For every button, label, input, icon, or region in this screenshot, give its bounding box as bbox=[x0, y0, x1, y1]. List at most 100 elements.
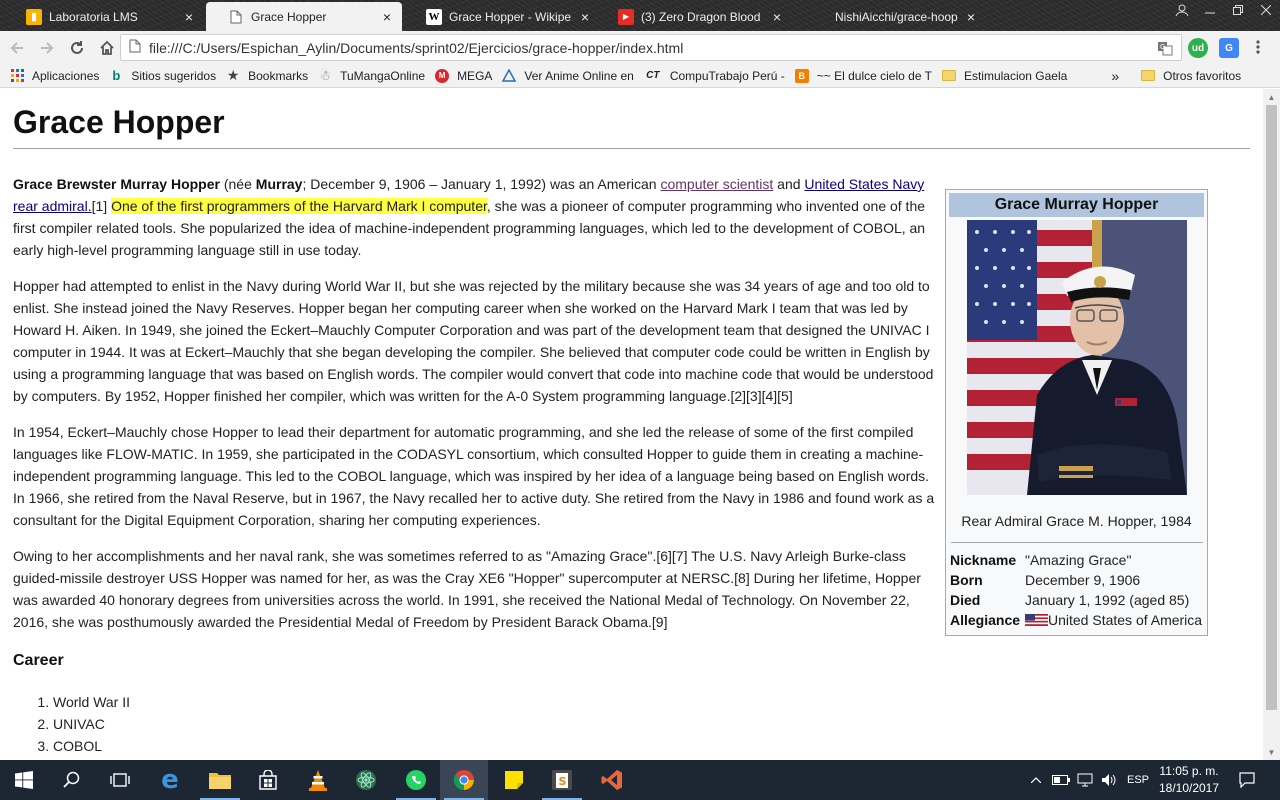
career-heading: Career bbox=[13, 652, 64, 669]
computrabajo-icon: CT bbox=[646, 70, 660, 81]
bookmark-bookmarks[interactable]: ★ Bookmarks bbox=[226, 67, 308, 83]
highlighted-text: One of the first programmers of the Harv… bbox=[111, 198, 487, 214]
chrome-icon[interactable] bbox=[440, 760, 488, 800]
browser-toolbar: file:///C:/Users/Espichan_Aylin/Document… bbox=[0, 31, 1280, 64]
bookmark-otros-favoritos[interactable]: Otros favoritos bbox=[1141, 69, 1241, 83]
bookmark-blogger[interactable]: B ~~ El dulce cielo de T bbox=[794, 68, 932, 83]
bing-icon: b bbox=[112, 68, 121, 83]
reload-icon[interactable] bbox=[64, 35, 90, 61]
blogger-icon: B bbox=[794, 68, 809, 83]
page-viewport: Grace Hopper Grace Brewster Murray Hoppe… bbox=[0, 89, 1263, 760]
portrait-caption: Rear Admiral Grace M. Hopper, 1984 bbox=[961, 513, 1192, 529]
udemy-extension-icon[interactable]: ud bbox=[1188, 38, 1208, 58]
tab-grace-hopper[interactable]: Grace Hopper × bbox=[206, 2, 402, 31]
close-tab-icon[interactable]: × bbox=[182, 9, 196, 25]
wikipedia-icon: W bbox=[426, 8, 442, 25]
folder-icon bbox=[941, 70, 956, 81]
apps-grid-icon bbox=[10, 69, 24, 83]
laboratoria-icon: ▮ bbox=[26, 8, 42, 25]
intro-paragraph: Grace Brewster Murray Hopper (née Murray… bbox=[13, 176, 926, 258]
bookmark-anime[interactable]: Ver Anime Online en bbox=[502, 69, 634, 83]
maximize-icon[interactable] bbox=[1224, 0, 1252, 20]
sticky-notes-icon[interactable] bbox=[490, 760, 538, 800]
scroll-up-icon[interactable]: ▲ bbox=[1263, 89, 1280, 105]
svg-text:G: G bbox=[1160, 43, 1165, 51]
scrollbar-thumb[interactable] bbox=[1266, 105, 1277, 710]
infobox: Grace Murray Hopper Rear Admiral Grace M… bbox=[945, 189, 1208, 636]
tab-laboratoria[interactable]: ▮ Laboratoria LMS × bbox=[4, 2, 204, 31]
github-icon bbox=[812, 9, 828, 25]
address-bar[interactable]: file:///C:/Users/Espichan_Aylin/Document… bbox=[120, 34, 1182, 61]
task-view-icon[interactable] bbox=[96, 760, 144, 800]
bookmarks-bar: Aplicaciones b Sitios sugeridos ★ Bookma… bbox=[0, 64, 1280, 88]
atom-icon[interactable] bbox=[342, 760, 390, 800]
infobox-row-allegiance: Allegiance United States of America bbox=[950, 612, 1203, 628]
search-icon[interactable] bbox=[48, 760, 96, 800]
close-tab-icon[interactable]: × bbox=[770, 9, 784, 25]
start-icon[interactable] bbox=[0, 760, 48, 800]
close-window-icon[interactable] bbox=[1252, 0, 1280, 20]
close-tab-icon[interactable]: × bbox=[964, 9, 978, 25]
notifications-icon[interactable] bbox=[1234, 760, 1260, 800]
computer-scientist-link[interactable]: computer scientist bbox=[660, 176, 773, 192]
infobox-divider bbox=[951, 542, 1203, 543]
file-explorer-icon[interactable] bbox=[196, 760, 244, 800]
portrait-image bbox=[967, 220, 1187, 495]
sublime-icon[interactable]: S bbox=[538, 760, 586, 800]
edge-icon[interactable]: e bbox=[146, 760, 194, 800]
windows-taskbar: e S ESP 11:05 p. m. 18/10/2017 bbox=[0, 760, 1280, 800]
title-divider bbox=[13, 148, 1250, 149]
forward-icon[interactable] bbox=[34, 35, 60, 61]
language-indicator[interactable]: ESP bbox=[1124, 760, 1152, 800]
infobox-row-nickname: Nickname "Amazing Grace" bbox=[950, 552, 1132, 568]
file-icon bbox=[129, 39, 141, 56]
bookmarks-overflow[interactable]: » bbox=[1111, 68, 1119, 84]
network-icon[interactable] bbox=[1074, 760, 1096, 800]
close-tab-icon[interactable]: × bbox=[380, 9, 394, 25]
page-scrollbar[interactable]: ▲ ▼ bbox=[1263, 89, 1280, 760]
bookmark-sitios[interactable]: b Sitios sugeridos bbox=[109, 68, 216, 83]
whatsapp-icon[interactable] bbox=[392, 760, 440, 800]
list-item: UNIVAC bbox=[53, 713, 130, 735]
clock[interactable]: 11:05 p. m. 18/10/2017 bbox=[1158, 763, 1220, 797]
bookmark-mega[interactable]: M MEGA bbox=[435, 68, 492, 83]
vlc-icon[interactable] bbox=[294, 760, 342, 800]
infobox-row-born: Born December 9, 1906 bbox=[950, 572, 1141, 588]
store-icon[interactable] bbox=[244, 760, 292, 800]
menu-icon[interactable] bbox=[1255, 39, 1261, 58]
show-hidden-icons-icon[interactable] bbox=[1026, 760, 1046, 800]
mega-icon: M bbox=[435, 68, 450, 83]
close-tab-icon[interactable]: × bbox=[578, 9, 592, 25]
google-translate-icon[interactable]: G bbox=[1219, 38, 1239, 58]
profile-icon[interactable] bbox=[1168, 0, 1196, 20]
star-icon: ★ bbox=[226, 67, 240, 83]
scroll-down-icon[interactable]: ▼ bbox=[1263, 744, 1280, 760]
back-icon[interactable] bbox=[4, 35, 30, 61]
career-list: World War II UNIVAC COBOL bbox=[53, 691, 130, 757]
tab-youtube[interactable]: ▶ (3) Zero Dragon Blood × bbox=[596, 2, 792, 31]
infobox-title: Grace Murray Hopper bbox=[949, 193, 1204, 217]
battery-icon[interactable] bbox=[1050, 760, 1072, 800]
anime-icon bbox=[502, 69, 517, 83]
infobox-row-died: Died January 1, 1992 (aged 85) bbox=[950, 592, 1190, 608]
visual-studio-icon[interactable] bbox=[588, 760, 636, 800]
tab-github[interactable]: NishiAicchi/grace-hoop × bbox=[790, 2, 986, 31]
paragraph-navy: Hopper had attempted to enlist in the Na… bbox=[13, 278, 934, 404]
page-icon bbox=[228, 9, 244, 25]
bookmark-computrabajo[interactable]: CT CompuTrabajo Perú - bbox=[644, 69, 785, 83]
tab-wikipedia[interactable]: W Grace Hopper - Wikipe × bbox=[404, 2, 600, 31]
tab-strip: ▮ Laboratoria LMS × Grace Hopper × W Gra… bbox=[0, 0, 1280, 31]
translate-page-icon[interactable]: G bbox=[1157, 40, 1173, 59]
bookmark-estimulacion[interactable]: Estimulacion Gaela bbox=[941, 69, 1067, 83]
minimize-icon[interactable] bbox=[1196, 0, 1224, 20]
bookmark-tumanga[interactable]: ☃ TuMangaOnline bbox=[318, 68, 425, 83]
list-item: COBOL bbox=[53, 735, 130, 757]
overflow-chevron-icon: » bbox=[1111, 67, 1120, 84]
paragraph-automatic-programming: In 1954, Eckert–Mauchly chose Hopper to … bbox=[13, 424, 935, 528]
bookmark-apps[interactable]: Aplicaciones bbox=[10, 69, 99, 83]
svg-text:S: S bbox=[559, 775, 567, 788]
volume-icon[interactable] bbox=[1098, 760, 1120, 800]
page-title: Grace Hopper bbox=[13, 104, 225, 140]
url-text: file:///C:/Users/Espichan_Aylin/Document… bbox=[149, 39, 684, 56]
home-icon[interactable] bbox=[94, 35, 120, 61]
